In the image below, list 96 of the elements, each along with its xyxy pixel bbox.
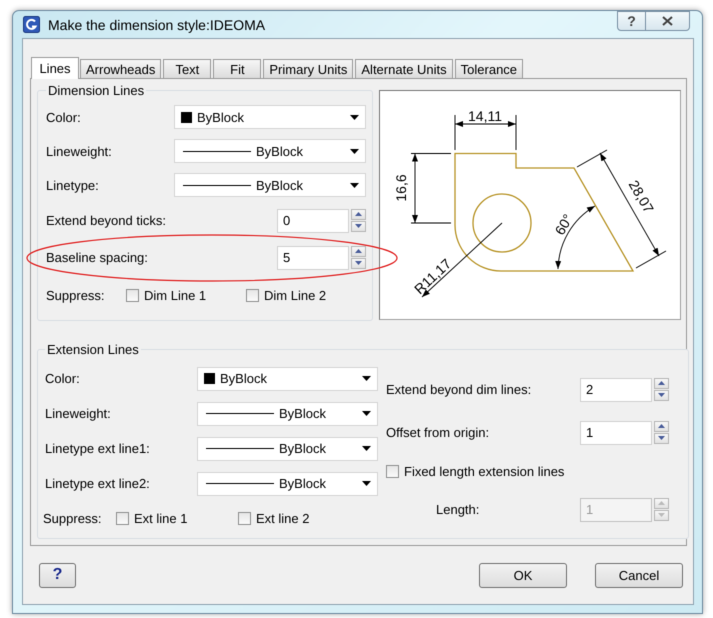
dropdown-caret-icon <box>362 411 371 416</box>
ok-button[interactable]: OK <box>479 562 567 588</box>
dropdown-caret-icon <box>362 481 371 486</box>
dropdown[interactable]: ByBlock <box>174 173 366 197</box>
dropdown[interactable]: ByBlock <box>174 105 366 129</box>
dropdown[interactable]: ByBlock <box>174 139 366 163</box>
up-triangle-icon <box>658 424 665 428</box>
checkbox-label: Ext line 1 <box>134 510 188 526</box>
tab[interactable]: Primary Units <box>263 59 354 78</box>
dimension-label: 60° <box>551 211 576 238</box>
line-sample <box>183 150 251 152</box>
dropdown-value: ByBlock <box>279 406 327 421</box>
field-label: Suppress: <box>43 510 103 526</box>
window-title: Make the dimension style:IDEOMA <box>48 16 266 32</box>
line-sample <box>206 413 274 414</box>
spin-down-button[interactable] <box>351 220 366 232</box>
down-triangle-icon <box>355 224 362 228</box>
color-swatch <box>181 112 192 122</box>
dropdown[interactable]: ByBlock <box>197 436 378 460</box>
dropdown-caret-icon <box>362 376 371 381</box>
help-button[interactable]: ? <box>39 562 76 588</box>
dropdown[interactable]: ByBlock <box>197 402 378 426</box>
dimension-label: 16,6 <box>393 174 409 202</box>
checkbox[interactable] <box>126 288 139 302</box>
tab[interactable]: Alternate Units <box>355 59 453 78</box>
dimension-label: 14,11 <box>468 108 502 124</box>
spin-up-button[interactable] <box>351 246 366 256</box>
tab[interactable]: Fit <box>213 59 262 78</box>
field-label: Lineweight: <box>46 144 112 158</box>
app-icon <box>23 16 40 33</box>
field-label: Lineweight: <box>45 406 111 421</box>
spin-up-button[interactable] <box>351 208 366 220</box>
field-label: Color: <box>46 110 81 124</box>
field-label: Extend beyond dim lines: <box>386 382 532 397</box>
help-button[interactable]: ? <box>617 11 646 31</box>
number-field[interactable]: 5 <box>277 246 349 270</box>
spin-down-button[interactable] <box>654 390 669 400</box>
field-label: Linetype: <box>46 178 99 192</box>
spin-down-button[interactable] <box>351 258 366 268</box>
dropdown[interactable]: ByBlock <box>197 472 378 496</box>
checkbox-label: Dim Line 2 <box>264 288 326 302</box>
line-sample <box>183 184 251 186</box>
angle-dimension-arc <box>556 206 596 270</box>
down-triangle-icon <box>658 393 665 397</box>
dropdown-value: ByBlock <box>220 371 268 386</box>
field-label: Offset from origin: <box>386 425 490 440</box>
checkbox-label: Fixed length extension lines <box>404 464 564 478</box>
dropdown-value: ByBlock <box>279 476 327 491</box>
dimension-line <box>410 153 452 224</box>
up-triangle-icon <box>658 501 665 505</box>
close-button[interactable] <box>646 11 690 31</box>
checkbox[interactable] <box>246 288 259 302</box>
field-label: Suppress: <box>46 288 106 302</box>
number-field[interactable]: 1 <box>580 420 652 444</box>
dropdown-caret-icon <box>350 148 359 154</box>
line-sample <box>206 448 274 449</box>
field-label: Length: <box>436 502 480 517</box>
dropdown-caret-icon <box>350 182 359 188</box>
field-label: Linetype ext line1: <box>45 441 150 456</box>
group-title: Dimension Lines <box>47 83 146 98</box>
dropdown-value: ByBlock <box>279 441 327 456</box>
checkbox-label: Dim Line 1 <box>144 288 206 302</box>
spin-up-button[interactable] <box>654 420 669 432</box>
dropdown-caret-icon <box>350 114 359 120</box>
up-triangle-icon <box>658 381 665 385</box>
group-title: Extension Lines <box>46 342 140 357</box>
tab[interactable]: Text <box>163 59 212 78</box>
field-label: Extend beyond ticks: <box>46 213 166 228</box>
close-icon <box>662 16 673 26</box>
checkbox[interactable] <box>386 464 399 478</box>
dropdown-value: ByBlock <box>256 144 304 158</box>
checkbox[interactable] <box>116 512 129 524</box>
field-label: Linetype ext line2: <box>45 476 150 491</box>
dropdown-value: ByBlock <box>256 178 304 192</box>
spin-down-button[interactable] <box>654 432 669 444</box>
up-triangle-icon <box>355 249 362 253</box>
dropdown[interactable]: ByBlock <box>197 366 378 390</box>
checkbox-label: Ext line 2 <box>256 510 310 526</box>
down-triangle-icon <box>355 261 362 265</box>
line-sample <box>206 483 274 484</box>
up-triangle-icon <box>355 212 362 216</box>
field-label: Baseline spacing: <box>46 250 148 265</box>
dropdown-caret-icon <box>362 446 371 451</box>
field-label: Color: <box>45 371 80 386</box>
tab[interactable]: Lines <box>31 57 79 79</box>
color-swatch <box>204 373 215 384</box>
down-triangle-icon <box>658 513 665 517</box>
checkbox[interactable] <box>238 512 251 524</box>
cancel-button[interactable]: Cancel <box>595 562 683 588</box>
tab[interactable]: Tolerance <box>454 59 524 78</box>
number-field[interactable]: 2 <box>580 378 652 402</box>
tab[interactable]: Arrowheads <box>80 59 162 78</box>
down-triangle-icon <box>658 436 665 440</box>
number-field[interactable]: 0 <box>277 208 349 232</box>
dropdown-value: ByBlock <box>197 110 245 124</box>
spin-up-button[interactable] <box>654 378 669 388</box>
